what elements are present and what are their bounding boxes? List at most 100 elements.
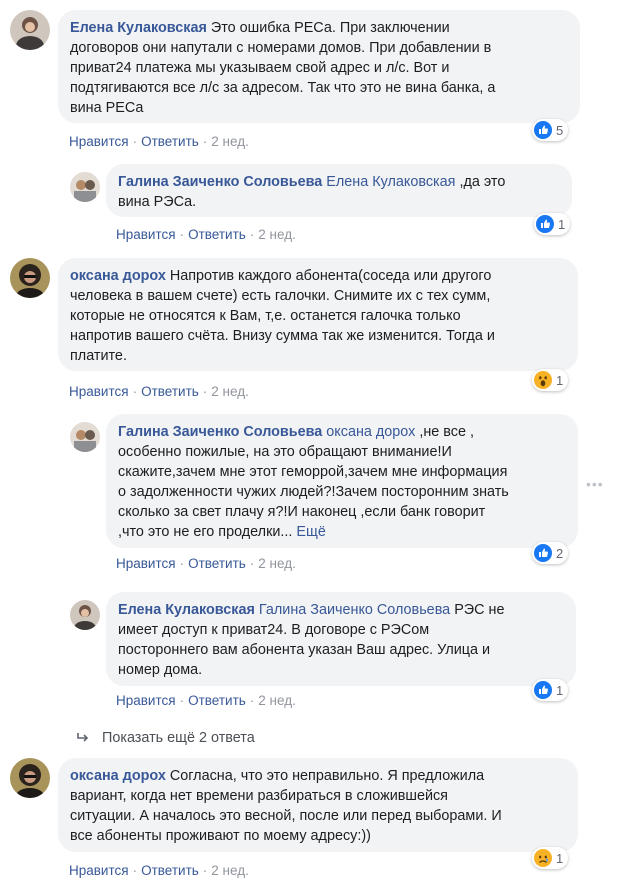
comment-text: вина РЭСа. — [118, 194, 197, 210]
reply-button[interactable]: Ответить — [141, 134, 199, 149]
comment-text: постороннего вам абонента указан Ваш адр… — [118, 642, 491, 658]
reaction-count[interactable]: 1 — [532, 847, 569, 869]
mention-link[interactable]: оксана дорох — [326, 424, 415, 440]
comment-timestamp[interactable]: 2 нед. — [211, 863, 249, 878]
reply-comment: Галина Заиченко Соловьева Елена Кулаковс… — [70, 164, 600, 248]
show-more-replies-label: Показать ещё 2 ответа — [102, 730, 255, 746]
reaction-count[interactable]: 5 — [532, 119, 569, 141]
avatar[interactable] — [10, 258, 50, 298]
comment-text: вариант, когда нет времени разбираться в… — [70, 788, 448, 804]
comment: Елена Кулаковская Это ошибка РЕСа. При з… — [10, 10, 610, 160]
comment-text: подтягиваются все л/с за адресом. Так чт… — [70, 80, 496, 96]
comment-actions: Нравится · Ответить · 2 нед. — [69, 863, 249, 878]
comment-text: скажите,зачем мне этот геморрой,зачем мн… — [118, 464, 508, 480]
reaction-count[interactable]: 1 — [532, 679, 569, 701]
see-more-link[interactable]: Ещё — [296, 524, 325, 540]
comment-text: ,не все , — [419, 424, 474, 440]
comment-author[interactable]: оксана дорох — [70, 768, 166, 784]
reply-button[interactable]: Ответить — [141, 863, 199, 878]
reply-comment: Елена Кулаковская Галина Заиченко Соловь… — [70, 592, 600, 722]
reply-arrow-icon — [77, 733, 89, 742]
like-icon — [536, 215, 554, 233]
comment-timestamp[interactable]: 2 нед. — [211, 384, 249, 399]
like-button[interactable]: Нравится — [116, 227, 176, 242]
comment-text: Это ошибка РЕСа. При заключении — [210, 20, 450, 36]
like-button[interactable]: Нравится — [69, 863, 129, 878]
comment-actions: Нравится · Ответить · 2 нед. — [69, 384, 249, 399]
reaction-number: 1 — [558, 216, 566, 232]
comment-timestamp[interactable]: 2 нед. — [258, 693, 296, 708]
reaction-count[interactable]: 1 — [534, 213, 571, 235]
comment-text: договоров они напутали с номерами домов.… — [70, 40, 492, 56]
comment-bubble: Галина Заиченко Соловьева оксана дорох ,… — [106, 414, 578, 548]
comment-bubble: оксана дорох Напротив каждого абонента(с… — [58, 258, 578, 371]
comment-text: Согласна, что это неправильно. Я предлож… — [169, 768, 485, 784]
comment-author[interactable]: оксана дорох — [70, 268, 166, 284]
sad-icon — [534, 849, 552, 867]
avatar[interactable] — [70, 172, 100, 202]
comment-author[interactable]: Елена Кулаковская — [118, 602, 255, 618]
comment-timestamp[interactable]: 2 нед. — [258, 556, 296, 571]
avatar[interactable] — [10, 758, 50, 798]
comment-author[interactable]: Галина Заиченко Соловьева — [118, 174, 322, 190]
like-button[interactable]: Нравится — [116, 556, 176, 571]
comment-bubble: Елена Кулаковская Галина Заиченко Соловь… — [106, 592, 576, 686]
reply-button[interactable]: Ответить — [188, 227, 246, 242]
like-button[interactable]: Нравится — [69, 134, 129, 149]
more-options-icon[interactable]: ••• — [586, 476, 604, 492]
like-button[interactable]: Нравится — [116, 693, 176, 708]
comment-timestamp[interactable]: 2 нед. — [258, 227, 296, 242]
comment-author[interactable]: Галина Заиченко Соловьева — [118, 424, 322, 440]
comment-text: РЭС не — [454, 602, 505, 618]
comment-actions: Нравится · Ответить · 2 нед. — [116, 693, 296, 708]
reply-comment: Галина Заиченко Соловьева оксана дорох ,… — [70, 414, 615, 578]
reaction-number: 2 — [556, 545, 564, 561]
wow-icon — [534, 371, 552, 389]
comment-text: номер дома. — [118, 662, 203, 678]
comment-bubble: Елена Кулаковская Это ошибка РЕСа. При з… — [58, 10, 580, 123]
comment-actions: Нравится · Ответить · 2 нед. — [116, 227, 296, 242]
comment-text: ,да это — [459, 174, 506, 190]
reply-button[interactable]: Ответить — [141, 384, 199, 399]
comment-text: особенно пожилые, на это обращают вниман… — [118, 444, 452, 460]
comment-text: имеет доступ к приват24. В договоре с РЭ… — [118, 622, 430, 638]
reaction-number: 1 — [556, 682, 564, 698]
comment-text: Напротив каждого абонента(соседа или дру… — [169, 268, 492, 284]
comment-text: сколько за свет плачу я?!И наконец ,если… — [118, 504, 486, 520]
mention-link[interactable]: Галина Заиченко Соловьева — [259, 602, 450, 618]
comment-author[interactable]: Елена Кулаковская — [70, 20, 207, 36]
comment-text: напротив вашего счёта. Внизу сумма так ж… — [70, 328, 495, 344]
avatar[interactable] — [10, 10, 50, 50]
comment-text: которые не относятся к Вам, т,е. останет… — [70, 308, 461, 324]
comment: оксана дорох Согласна, что это неправиль… — [10, 758, 610, 886]
comment-actions: Нравится · Ответить · 2 нед. — [116, 556, 296, 571]
like-button[interactable]: Нравится — [69, 384, 129, 399]
comment-bubble: Галина Заиченко Соловьева Елена Кулаковс… — [106, 164, 572, 217]
reaction-count[interactable]: 1 — [532, 369, 569, 391]
like-icon — [534, 544, 552, 562]
comment-text: приват24 платежа мы указываем свой адрес… — [70, 60, 450, 76]
reaction-number: 5 — [556, 122, 564, 138]
comment-text: человека в вашем счете) есть галочки. Сн… — [70, 288, 491, 304]
comment-timestamp[interactable]: 2 нед. — [211, 134, 249, 149]
comment-text: о задолженности чужих людей?!Зачем посто… — [118, 484, 509, 500]
comment-text: все абоненты проживают по моему адресу:)… — [70, 828, 371, 844]
comment-text: ситуации. А началось это весной, после и… — [70, 808, 502, 824]
comment: оксана дорох Напротив каждого абонента(с… — [10, 258, 610, 406]
avatar[interactable] — [70, 600, 100, 630]
comment-text: ,что это не его проделки... — [118, 524, 293, 540]
comment-bubble: оксана дорох Согласна, что это неправиль… — [58, 758, 578, 852]
reaction-number: 1 — [556, 372, 564, 388]
reaction-count[interactable]: 2 — [532, 542, 569, 564]
comment-text: платите. — [70, 348, 127, 364]
mention-link[interactable]: Елена Кулаковская — [326, 174, 455, 190]
comment-text: вина РЕСа — [70, 100, 144, 116]
show-more-replies-button[interactable]: Показать ещё 2 ответа — [76, 730, 255, 746]
comment-actions: Нравится · Ответить · 2 нед. — [69, 134, 249, 149]
like-icon — [534, 121, 552, 139]
reply-button[interactable]: Ответить — [188, 693, 246, 708]
like-icon — [534, 681, 552, 699]
avatar[interactable] — [70, 422, 100, 452]
reply-button[interactable]: Ответить — [188, 556, 246, 571]
reaction-number: 1 — [556, 850, 564, 866]
